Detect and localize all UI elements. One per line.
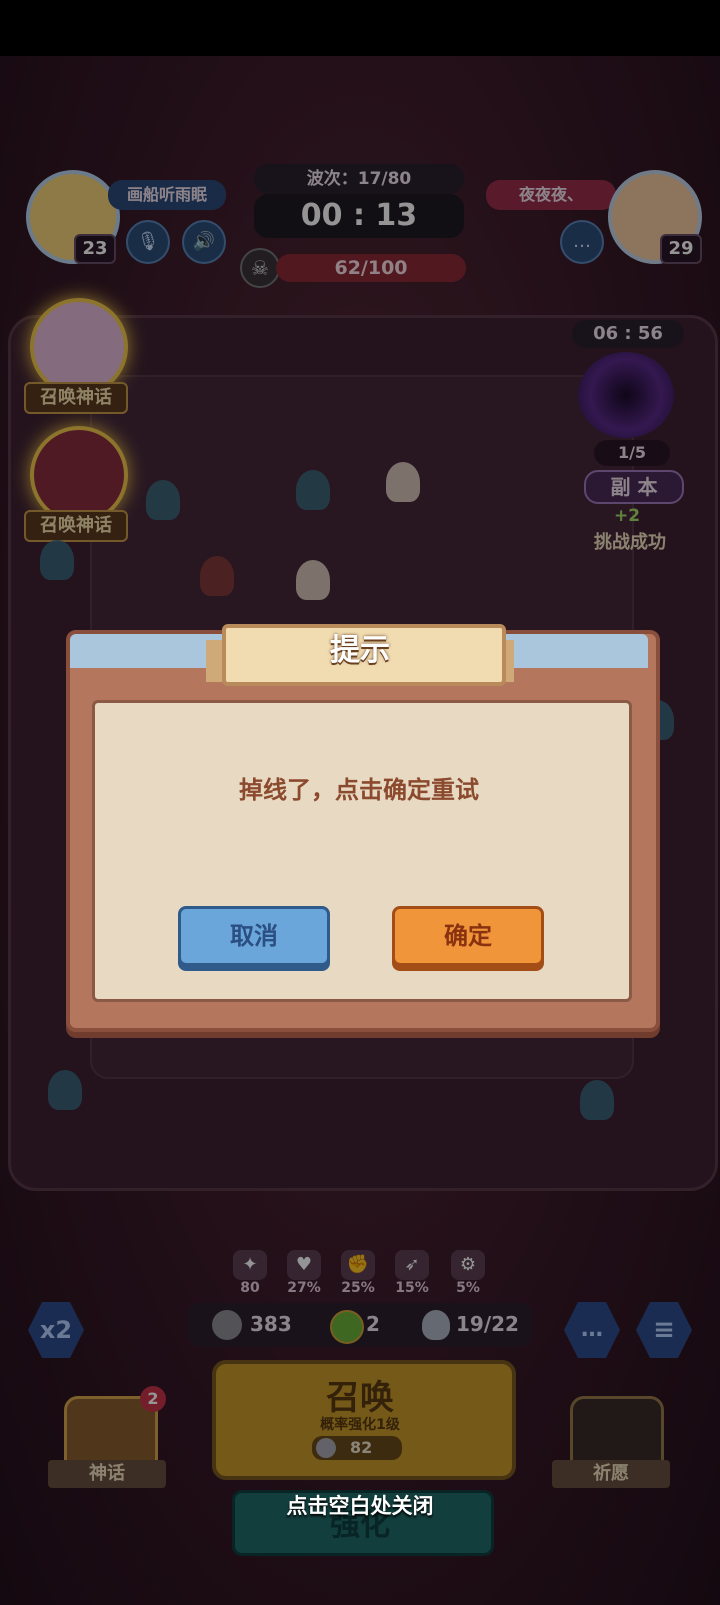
tap-outside-close-hint: 点击空白处关闭: [286, 1494, 434, 1518]
cancel-button[interactable]: 取消: [178, 906, 330, 966]
confirm-button[interactable]: 确定: [392, 906, 544, 966]
dialog-body: [92, 700, 632, 1002]
dialog-message: 掉线了，点击确定重试: [239, 776, 479, 804]
dialog-title: 提示: [330, 633, 390, 668]
